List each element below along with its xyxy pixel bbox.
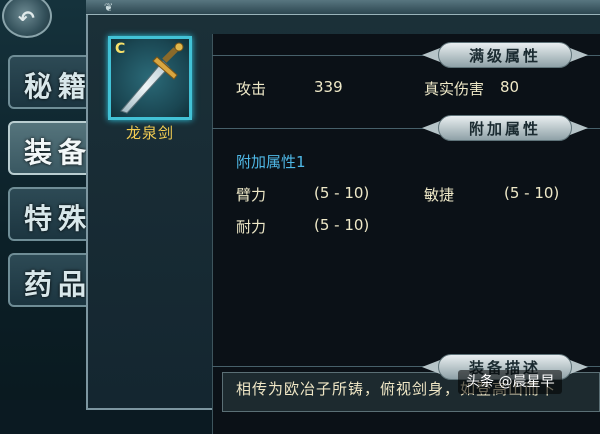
item-icon-slot[interactable]: C	[108, 36, 192, 120]
section-banner-max-level: 满级属性	[420, 42, 590, 68]
watermark: 头条 @晨星早	[458, 370, 563, 394]
attack-value: 339	[314, 78, 343, 96]
bonus-group-title: 附加属性1	[236, 153, 306, 171]
section-banner-bonus: 附加属性	[420, 115, 590, 141]
sword-icon	[120, 42, 184, 114]
back-arrow-icon: ↶	[18, 6, 35, 30]
panel-header-frame: ❦	[86, 0, 600, 15]
section-title: 附加属性	[468, 120, 541, 138]
stamina-value: (5 - 10)	[314, 216, 370, 234]
attack-label: 攻击	[236, 80, 267, 98]
true-damage-value: 80	[500, 78, 520, 96]
tab-label: 药品	[24, 268, 93, 301]
tab-label: 秘籍	[24, 70, 93, 103]
item-name: 龙泉剑	[125, 124, 174, 142]
agility-label: 敏捷	[424, 186, 455, 204]
tab-label: 装备	[24, 136, 93, 169]
section-title: 满级属性	[468, 47, 541, 65]
ornament-icon: ❦	[104, 1, 114, 14]
stamina-label: 耐力	[236, 218, 267, 236]
strength-value: (5 - 10)	[314, 184, 370, 202]
agility-value: (5 - 10)	[504, 184, 560, 202]
true-damage-label: 真实伤害	[424, 80, 485, 98]
strength-label: 臂力	[236, 186, 267, 204]
